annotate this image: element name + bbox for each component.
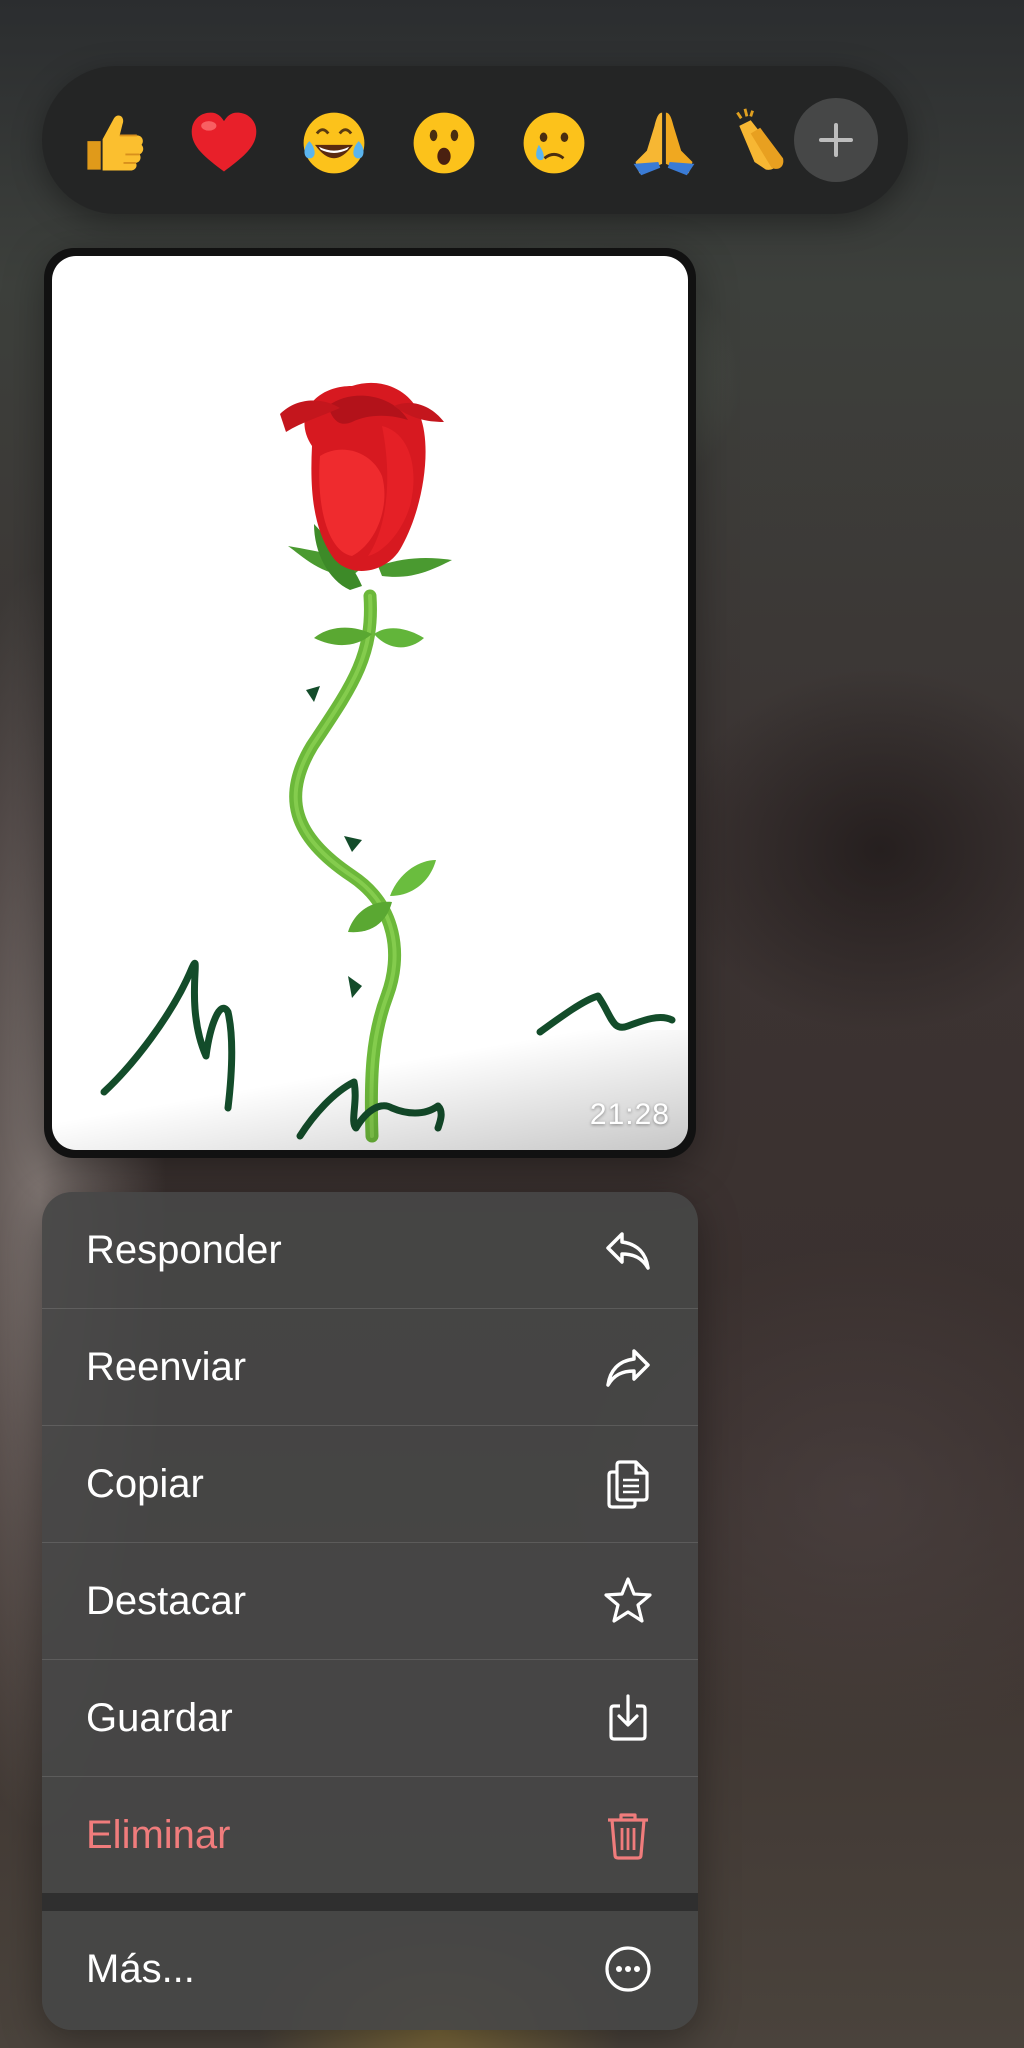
reaction-heart[interactable] [184, 103, 264, 183]
forward-icon [602, 1341, 654, 1393]
reply-icon [602, 1224, 654, 1276]
menu-item-label: Copiar [86, 1461, 204, 1506]
surprised-face-icon [413, 112, 475, 174]
menu-item-more[interactable]: Más... [42, 1911, 698, 2027]
menu-item-reply[interactable]: Responder [42, 1192, 698, 1308]
heart-icon [191, 112, 257, 172]
reaction-crying[interactable] [514, 103, 594, 183]
menu-item-forward[interactable]: Reenviar [42, 1309, 698, 1425]
clapping-hands-icon [736, 108, 784, 170]
context-menu: Responder Reenviar Copiar Destacar Guard… [42, 1192, 698, 2030]
reaction-laughing[interactable] [294, 103, 374, 183]
message-bubble[interactable]: 21:28 [44, 248, 696, 1158]
menu-item-label: Reenviar [86, 1344, 247, 1389]
laughing-face-icon [303, 112, 365, 174]
menu-item-save[interactable]: Guardar [42, 1660, 698, 1776]
reaction-clapping[interactable] [734, 103, 794, 183]
praying-hands-icon [633, 112, 695, 176]
reaction-bar [42, 66, 908, 214]
menu-item-label: Guardar [86, 1695, 233, 1740]
menu-group-separator [42, 1893, 698, 1911]
menu-item-label: Destacar [86, 1578, 247, 1623]
reaction-thumbs-up[interactable] [74, 103, 154, 183]
message-timestamp: 21:28 [589, 1098, 670, 1131]
timestamp-shade [52, 1030, 688, 1150]
add-reaction-button[interactable] [794, 98, 878, 182]
more-icon [602, 1943, 654, 1995]
save-icon [602, 1692, 654, 1744]
copy-icon [602, 1458, 654, 1510]
thumbs-up-icon [87, 115, 144, 171]
message-image: 21:28 [52, 256, 688, 1150]
plus-icon [819, 123, 853, 157]
menu-item-label: Eliminar [86, 1812, 231, 1857]
menu-item-label: Más... [86, 1946, 195, 1991]
trash-icon [602, 1809, 654, 1861]
reaction-praying-hands[interactable] [624, 103, 704, 183]
rose-drawing [100, 382, 676, 1143]
reaction-surprised[interactable] [404, 103, 484, 183]
menu-item-star[interactable]: Destacar [42, 1543, 698, 1659]
menu-item-copy[interactable]: Copiar [42, 1426, 698, 1542]
star-icon [602, 1575, 654, 1627]
menu-item-delete[interactable]: Eliminar [42, 1777, 698, 1893]
crying-face-icon [523, 112, 585, 174]
menu-item-label: Responder [86, 1227, 282, 1272]
